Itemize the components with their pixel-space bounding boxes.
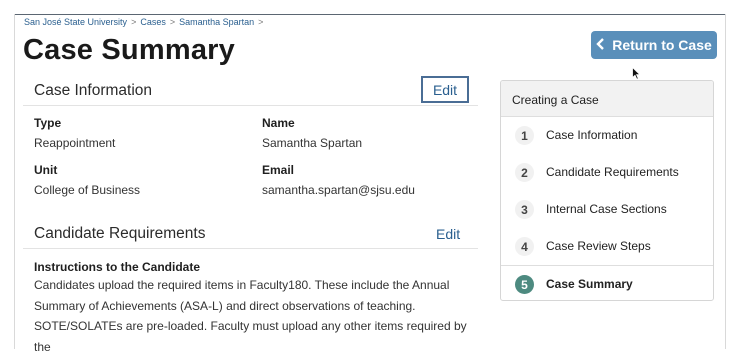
breadcrumb-candidate[interactable]: Samantha Spartan [179,17,254,27]
breadcrumb-cases[interactable]: Cases [140,17,166,27]
step-number-active: 5 [515,275,534,294]
breadcrumb-university[interactable]: San José State University [24,17,127,27]
top-border [14,14,726,15]
right-border [725,14,726,349]
step-label: Internal Case Sections [546,202,667,216]
step-number: 3 [515,200,534,219]
step-label: Candidate Requirements [546,165,679,179]
step-case-information[interactable]: 1 Case Information [501,117,713,154]
breadcrumb-separator: > [169,17,176,27]
edit-case-information-button[interactable]: Edit [421,76,469,103]
type-value: Reappointment [34,136,116,150]
step-number: 1 [515,126,534,145]
step-candidate-requirements[interactable]: 2 Candidate Requirements [501,154,713,191]
step-number: 2 [515,163,534,182]
instructions-text: Candidates upload the required items in … [34,278,467,354]
unit-value: College of Business [34,183,141,197]
name-value: Samantha Spartan [262,136,363,150]
case-information-header: Case Information [23,77,478,106]
edit-candidate-requirements-button[interactable]: Edit [436,226,460,242]
step-case-review-steps[interactable]: 4 Case Review Steps [501,228,713,265]
return-to-case-label: Return to Case [612,37,712,53]
step-internal-case-sections[interactable]: 3 Internal Case Sections [501,191,713,228]
chevron-left-icon [596,37,605,54]
case-information-title: Case Information [34,82,153,99]
step-label: Case Information [546,128,638,142]
step-case-summary[interactable]: 5 Case Summary [501,265,713,300]
candidate-requirements-header: Candidate Requirements [23,220,478,249]
left-border [14,14,15,349]
step-number: 4 [515,237,534,256]
type-label: Type [34,116,62,130]
email-label: Email [262,163,295,177]
breadcrumb: San José State University > Cases > Samantha… [24,17,267,27]
unit-label: Unit [34,163,58,177]
breadcrumb-separator: > [258,17,264,27]
steps-panel-title: Creating a Case [501,81,713,117]
creating-case-steps-panel: Creating a Case 1 Case Information 2 Can… [500,80,714,301]
step-label: Case Review Steps [546,239,651,253]
candidate-requirements-title: Candidate Requirements [34,225,206,242]
instructions-label: Instructions to the Candidate [34,260,201,274]
breadcrumb-separator: > [131,17,137,27]
email-value: samantha.spartan@sjsu.edu [262,183,415,197]
page-title: Case Summary [23,34,235,66]
return-to-case-button[interactable]: Return to Case [591,31,717,59]
name-label: Name [262,116,295,130]
step-label: Case Summary [546,277,633,291]
